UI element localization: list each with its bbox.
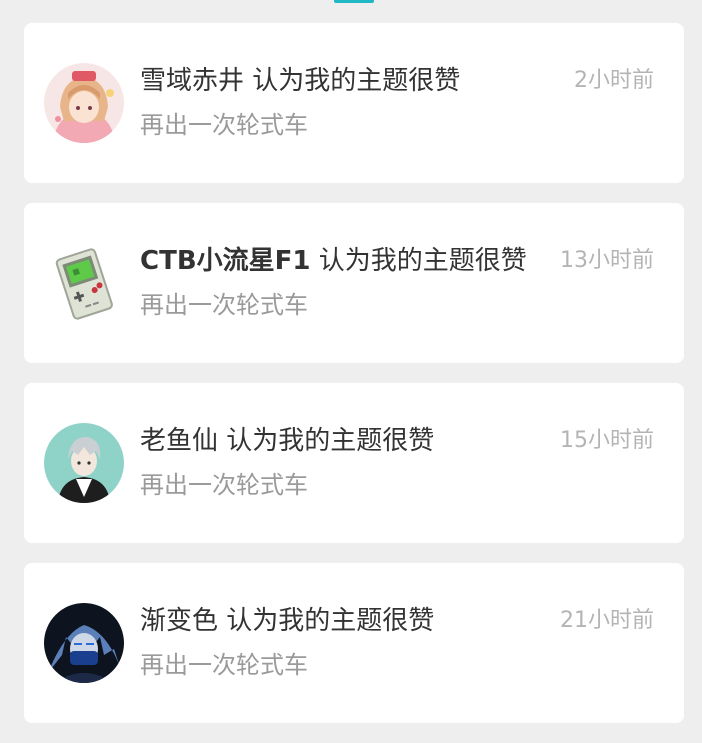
topic-title-link[interactable]: 再出一次轮式车 bbox=[140, 108, 308, 142]
notification-list: 雪域赤井 认为我的主题很赞 再出一次轮式车 2小时前 CTB小流星F1 认为我的… bbox=[24, 23, 684, 743]
avatar-gameboy[interactable] bbox=[44, 243, 124, 323]
notification-card[interactable]: CTB小流星F1 认为我的主题很赞 再出一次轮式车 13小时前 bbox=[24, 203, 684, 363]
notification-title: 渐变色 认为我的主题很赞 bbox=[140, 603, 434, 639]
notification-title: CTB小流星F1 认为我的主题很赞 bbox=[140, 243, 527, 279]
username-link[interactable]: CTB小流星F1 bbox=[140, 246, 311, 276]
avatar-silver-hair[interactable] bbox=[44, 423, 124, 503]
topic-title-link[interactable]: 再出一次轮式车 bbox=[140, 468, 308, 502]
notification-time: 2小时前 bbox=[574, 68, 654, 93]
notification-action-text: 认为我的主题很赞 bbox=[218, 606, 435, 636]
notification-card[interactable]: 老鱼仙 认为我的主题很赞 再出一次轮式车 15小时前 bbox=[24, 383, 684, 543]
avatar-anime-girl[interactable] bbox=[44, 63, 124, 143]
username-link[interactable]: 老鱼仙 bbox=[140, 426, 218, 456]
notification-action-text: 认为我的主题很赞 bbox=[244, 66, 461, 96]
notification-title: 老鱼仙 认为我的主题很赞 bbox=[140, 423, 434, 459]
username-link[interactable]: 渐变色 bbox=[140, 606, 218, 636]
notification-time: 13小时前 bbox=[560, 248, 654, 273]
notification-card[interactable]: 雪域赤井 认为我的主题很赞 再出一次轮式车 2小时前 bbox=[24, 23, 684, 183]
topic-title-link[interactable]: 再出一次轮式车 bbox=[140, 288, 308, 322]
notification-time: 21小时前 bbox=[560, 608, 654, 633]
username-link[interactable]: 雪域赤井 bbox=[140, 66, 244, 96]
notification-title: 雪域赤井 认为我的主题很赞 bbox=[140, 63, 460, 99]
notification-time: 15小时前 bbox=[560, 428, 654, 453]
silver-hair-character-icon bbox=[44, 423, 124, 503]
masked-character-icon bbox=[44, 603, 124, 683]
avatar-masked-character[interactable] bbox=[44, 603, 124, 683]
active-tab-indicator bbox=[334, 0, 374, 3]
gameboy-icon bbox=[44, 243, 124, 323]
notification-card[interactable]: 渐变色 认为我的主题很赞 再出一次轮式车 21小时前 bbox=[24, 563, 684, 723]
notification-action-text: 认为我的主题很赞 bbox=[218, 426, 435, 456]
notification-action-text: 认为我的主题很赞 bbox=[310, 246, 527, 276]
topic-title-link[interactable]: 再出一次轮式车 bbox=[140, 648, 308, 682]
anime-girl-avatar-icon bbox=[44, 63, 124, 143]
